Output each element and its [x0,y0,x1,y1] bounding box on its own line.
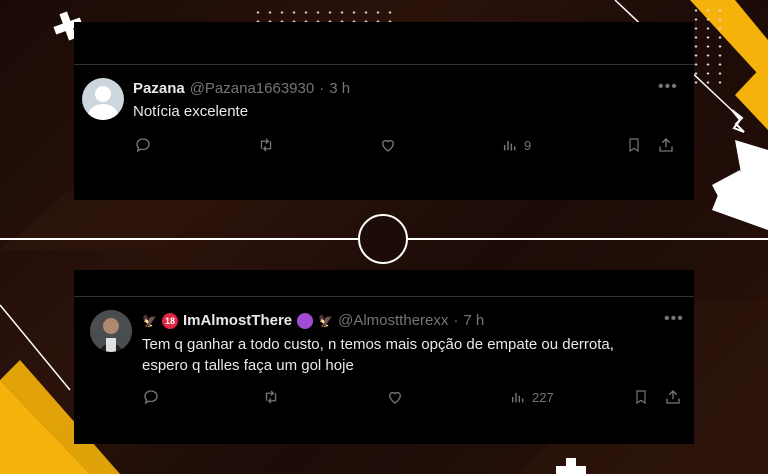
devil-emoji-icon [297,312,314,329]
tweet-text: Notícia excelente [133,103,249,120]
timestamp[interactable]: 7 h [463,312,484,329]
bookmark-button[interactable] [626,136,642,154]
retweet-button[interactable] [256,136,276,154]
more-options-icon[interactable]: ••• [664,310,684,328]
timestamp[interactable]: 3 h [329,80,350,97]
bookmark-button[interactable] [633,388,649,406]
tweet-actions: 9 [74,136,694,160]
center-circle [358,214,408,264]
reply-button[interactable] [134,136,152,154]
reply-button[interactable] [142,388,160,406]
retweet-icon [265,390,277,404]
views-count: 9 [524,137,532,153]
username[interactable]: @Almosttherexx [338,312,448,329]
separator: · [319,80,325,97]
like-icon [382,139,394,152]
tweet-header: 🦅 18 ImAlmostThere 🦅 @Almosttherexx · 7 … [142,312,484,329]
tweet-actions: 227 [74,388,694,412]
username[interactable]: @Pazana1663930 [190,80,315,97]
like-icon [389,391,401,404]
tweet-card: 🦅 18 ImAlmostThere 🦅 @Almosttherexx · 7 … [74,270,694,444]
like-button[interactable] [386,388,404,406]
more-options-icon[interactable]: ••• [658,78,678,96]
tweet-text-line: espero q talles faça um gol hoje [142,357,354,374]
user-photo [90,310,132,352]
share-icon [659,138,673,152]
reply-icon [136,138,150,153]
views-icon [511,393,524,403]
avatar[interactable] [90,310,132,352]
views-button[interactable]: 227 [510,388,554,406]
tweet-text-line: Tem q ganhar a todo custo, n temos mais … [142,336,614,353]
avatar[interactable] [82,78,124,120]
views-button[interactable]: 9 [502,136,531,154]
views-count: 227 [532,389,554,405]
eagle-emoji-icon: 🦅 [318,313,334,328]
dots-pattern-right [690,6,730,86]
bookmark-icon [636,390,646,405]
share-button[interactable] [657,136,675,154]
display-name[interactable]: ImAlmostThere [183,312,292,329]
display-name[interactable]: Pazana [133,80,185,97]
tweet-header: Pazana @Pazana1663930 · 3 h [133,80,350,97]
bookmark-icon [629,138,639,153]
retweet-icon [260,138,272,152]
like-button[interactable] [379,136,397,154]
card-divider [74,64,694,65]
age-18-badge: 18 [161,312,178,329]
tweet-text: Tem q ganhar a todo custo, n temos mais … [142,334,682,376]
default-avatar-icon [88,86,118,120]
reply-icon [144,390,158,405]
share-button[interactable] [664,388,682,406]
share-icon [666,390,680,404]
retweet-button[interactable] [261,388,281,406]
card-divider [74,296,694,297]
views-icon [503,141,516,151]
eagle-emoji-icon: 🦅 [142,313,157,328]
separator: · [453,312,459,329]
tweet-card: Pazana @Pazana1663930 · 3 h ••• Notícia … [74,22,694,200]
